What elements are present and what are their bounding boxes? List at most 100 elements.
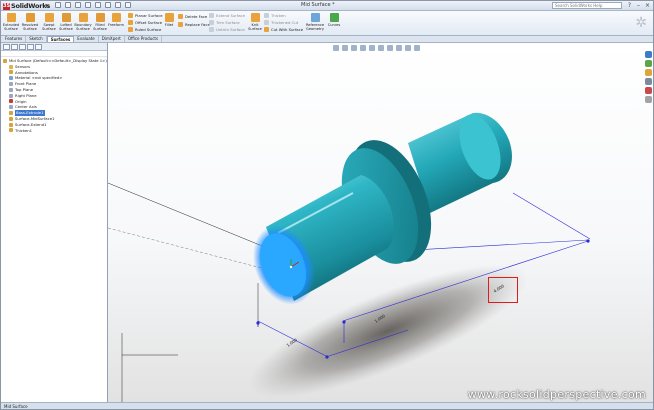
view-orientation-icon[interactable] [369,45,375,51]
configurationmanager-tab-icon[interactable] [19,44,26,50]
design-library-icon[interactable] [645,60,652,67]
thickened-cut-icon [264,20,269,25]
planar-surface-icon [128,13,133,18]
dimxpert-tab-icon[interactable] [27,44,34,50]
previous-view-icon[interactable] [351,45,357,51]
tab-features[interactable]: Features [2,36,27,42]
ruled-surface-button[interactable]: Ruled Surface [128,27,161,32]
boundary-surface-button[interactable]: Boundary Surface [74,13,92,31]
thickened-cut-button[interactable]: Thickened Cut [264,20,298,25]
command-tabs: Features Sketch Surfaces Evaluate DimXpe… [1,36,653,43]
extruded-surface-icon [6,13,16,22]
featuremanager-panel: Mid Surface (Default<<Default>_Display S… [1,43,108,402]
ds-solidworks-watermark-icon: ✲ [635,15,647,31]
extend-surface-button[interactable]: Extend Surface [209,13,245,18]
surface-icon [9,116,13,121]
watermark-text: www.rocksolidperspective.com [467,388,646,401]
search-input[interactable]: Search SolidWorks Help [552,2,622,9]
command-manager: Extruded Surface Revolved Surface Swept … [1,11,653,36]
tab-dimxpert[interactable]: DimXpert [99,36,125,42]
delete-face-button[interactable]: Delete Face [178,14,207,19]
thicken-button[interactable]: Thicken [264,13,286,18]
feature-tree: Mid Surface (Default<<Default>_Display S… [1,57,107,133]
curves-button[interactable]: Curves [325,13,343,27]
document-title: Mid Surface * [301,2,335,8]
material-icon [9,76,13,81]
swept-surface-button[interactable]: Swept Surface [40,13,58,31]
cut-with-surface-icon [264,27,269,32]
untrim-surface-button[interactable]: Untrim Surface [209,27,245,32]
extruded-surface-button[interactable]: Extruded Surface [2,13,20,31]
cut-with-surface-button[interactable]: Cut With Surface [264,27,303,32]
close-icon[interactable]: × [644,2,651,9]
rebuild-icon[interactable] [115,2,121,8]
file-explorer-icon[interactable] [645,69,652,76]
title-bar: 3S SolidWorks ▸ Mid Surface * Search Sol… [1,1,653,11]
replace-face-button[interactable]: Replace Face [178,22,210,27]
offset-surface-icon [128,20,133,25]
revolved-surface-icon [25,13,35,22]
plane-icon [9,93,13,98]
freeform-icon [111,13,121,22]
model-view[interactable] [108,43,653,402]
tab-surfaces[interactable]: Surfaces [46,36,75,42]
knit-surface-button[interactable]: Knit Surface [246,13,264,31]
hide-show-icon[interactable] [387,45,393,51]
curves-icon [329,13,339,22]
trim-surface-button[interactable]: Trim Surface [209,20,240,25]
freeform-button[interactable]: Freeform [107,13,125,27]
custom-properties-icon[interactable] [645,96,652,103]
planar-surface-button[interactable]: Planar Surface [128,13,163,18]
zoom-fit-icon[interactable] [333,45,339,51]
featuremanager-tab-icon[interactable] [3,44,10,50]
zoom-area-icon[interactable] [342,45,348,51]
view-settings-icon[interactable] [414,45,420,51]
section-view-icon[interactable] [360,45,366,51]
solidworks-logo[interactable]: 3S SolidWorks [3,2,50,10]
tree-item-thicken1[interactable]: Thicken1 [3,128,107,134]
lofted-surface-button[interactable]: Lofted Surface [57,13,75,31]
fillet-button[interactable]: Fillet [160,13,178,27]
lofted-surface-icon [61,13,71,22]
annotations-icon [9,70,13,75]
revolved-surface-button[interactable]: Revolved Surface [21,13,39,31]
display-manager-tab-icon[interactable] [35,44,42,50]
propertymanager-tab-icon[interactable] [11,44,18,50]
select-icon[interactable] [105,2,111,8]
open-icon[interactable] [65,2,71,8]
minimize-icon[interactable]: – [635,2,642,9]
untrim-surface-icon [209,27,214,32]
heads-up-view-toolbar [333,45,420,51]
appearances-icon[interactable] [645,87,652,94]
offset-surface-button[interactable]: Offset Surface [128,20,162,25]
tab-office-products[interactable]: Office Products [125,36,163,42]
new-icon[interactable] [55,2,61,8]
resources-icon[interactable] [645,51,652,58]
tab-sketch[interactable]: Sketch [26,36,47,42]
save-icon[interactable] [75,2,81,8]
edit-appearance-icon[interactable] [396,45,402,51]
display-style-icon[interactable] [378,45,384,51]
status-bar: Mid Surface [1,402,653,409]
surface-icon [9,122,13,127]
apply-scene-icon[interactable] [405,45,411,51]
tab-evaluate[interactable]: Evaluate [74,36,99,42]
sensors-icon [9,64,13,69]
fillet-icon [164,13,174,22]
replace-face-icon [178,22,183,27]
reference-geometry-icon [310,13,320,22]
reference-geometry-button[interactable]: Reference Geometry [304,13,326,31]
thicken-icon [264,13,269,18]
filled-surface-icon [95,13,105,22]
panel-tabs [1,43,107,51]
options-icon[interactable] [125,2,131,8]
print-icon[interactable] [85,2,91,8]
help-icon[interactable]: ? [626,2,633,9]
view-palette-icon[interactable] [645,78,652,85]
graphics-area[interactable]: 4.000 1.000 1.000 www.rocksolidperspecti… [108,43,653,402]
boundary-surface-icon [78,13,88,22]
trim-surface-icon [209,20,214,25]
knit-surface-icon [250,13,260,22]
menu-arrow-icon[interactable]: ▸ [46,2,49,9]
undo-icon[interactable] [95,2,101,8]
